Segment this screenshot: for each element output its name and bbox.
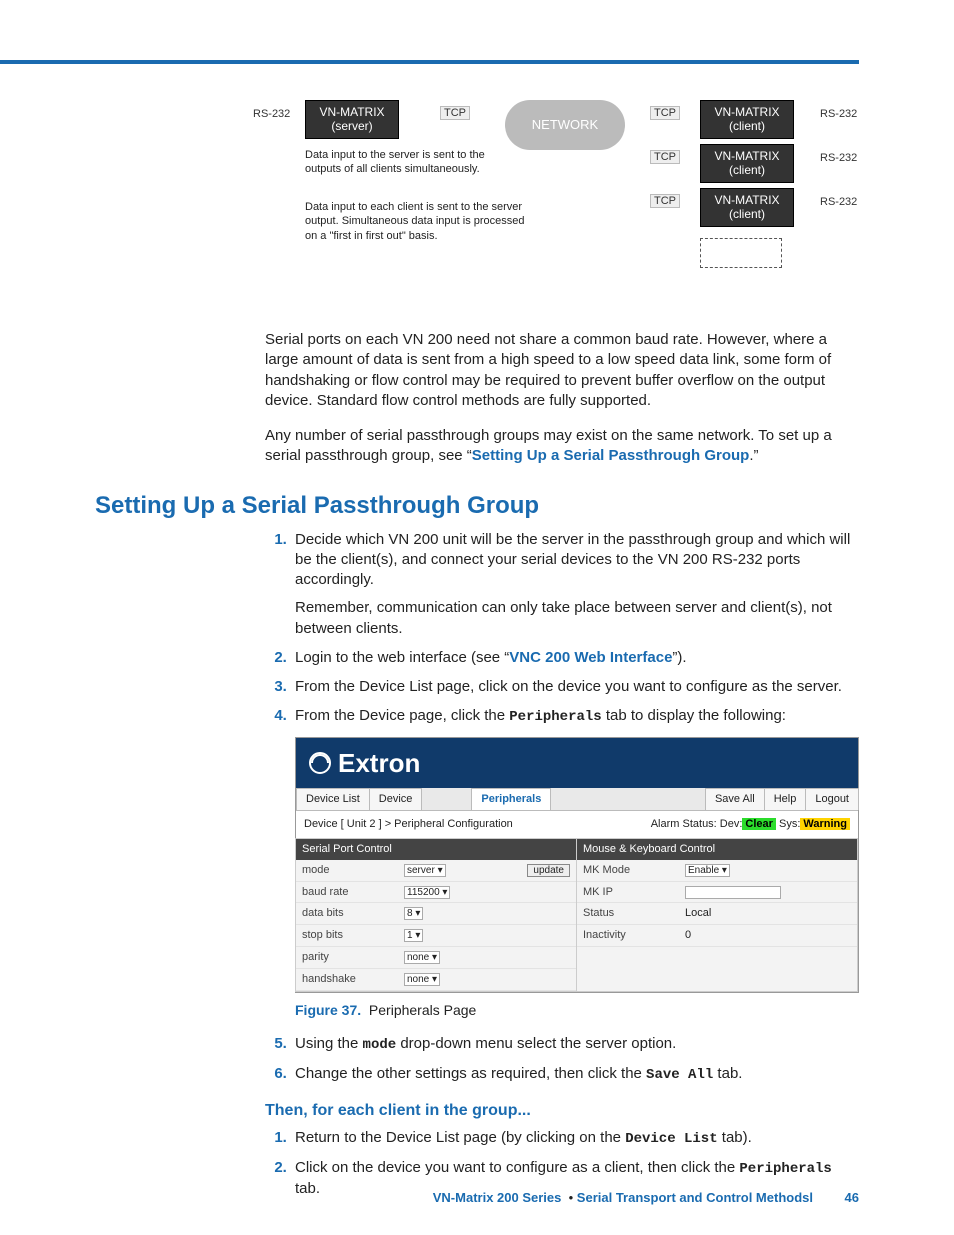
xref-link[interactable]: Setting Up a Serial Passthrough Group — [472, 447, 750, 464]
step-2: Login to the web interface (see “VNC 200… — [291, 648, 859, 668]
server-sub: (server) — [312, 119, 392, 133]
paragraph: Any number of serial passthrough groups … — [265, 426, 859, 467]
mkip-input[interactable] — [685, 886, 781, 899]
panel-header: Serial Port Control — [296, 839, 576, 860]
databits-select[interactable]: 8 ▾ — [404, 907, 423, 920]
tcp-label: TCP — [650, 150, 680, 164]
client-node: VN-MATRIX (client) — [700, 188, 794, 227]
mouse-keyboard-control-panel: Mouse & Keyboard Control MK ModeEnable ▾… — [576, 838, 858, 992]
subsection-heading: Then, for each client in the group... — [265, 1102, 859, 1120]
tab-device-list[interactable]: Device List — [296, 788, 370, 810]
top-accent-bar — [0, 60, 859, 64]
extron-logo: Extron — [308, 746, 420, 781]
procedure-list-2: Return to the Device List page (by click… — [265, 1128, 859, 1199]
handshake-select[interactable]: none ▾ — [404, 973, 440, 986]
tab-help[interactable]: Help — [764, 788, 807, 810]
serial-port-control-panel: Serial Port Control mode server ▾ update… — [295, 838, 577, 992]
tab-row: Device List Device Peripherals Save All … — [296, 788, 858, 811]
network-cloud: NETWORK — [505, 100, 625, 150]
web-header: Extron — [296, 738, 858, 788]
section-heading: Setting Up a Serial Passthrough Group — [95, 492, 859, 520]
server-node: VN-MATRIX (server) — [305, 100, 399, 139]
breadcrumb: Device [ Unit 2 ] > Peripheral Configura… — [304, 817, 513, 832]
status-value: Local — [679, 903, 857, 925]
sys-status-badge: Warning — [800, 818, 850, 830]
xref-link[interactable]: VNC 200 Web Interface — [509, 649, 672, 666]
client-node: VN-MATRIX (client) — [700, 144, 794, 183]
tab-peripherals[interactable]: Peripherals — [471, 788, 551, 810]
alarm-status: Alarm Status: Dev:Clear Sys:Warning — [651, 817, 850, 832]
procedure-list: Decide which VN 200 unit will be the ser… — [265, 530, 859, 1085]
mode-select[interactable]: server ▾ — [404, 864, 446, 877]
rs232-label: RS-232 — [253, 108, 290, 120]
step-3: From the Device List page, click on the … — [291, 677, 859, 697]
tcp-label: TCP — [440, 106, 470, 120]
logo-icon — [308, 751, 332, 775]
mkmode-select[interactable]: Enable ▾ — [685, 864, 730, 877]
update-button[interactable]: update — [527, 864, 570, 877]
rs232-label: RS-232 — [820, 108, 857, 120]
empty-client-slot — [700, 238, 782, 268]
step-5: Using the mode drop-down menu select the… — [291, 1034, 859, 1055]
breadcrumb-bar: Device [ Unit 2 ] > Peripheral Configura… — [296, 811, 858, 839]
page-footer: VN-Matrix 200 Series • Serial Transport … — [0, 1190, 859, 1205]
tab-logout[interactable]: Logout — [805, 788, 859, 810]
client-node: VN-MATRIX (client) — [700, 100, 794, 139]
dev-status-badge: Clear — [742, 818, 776, 830]
step-6: Change the other settings as required, t… — [291, 1064, 859, 1085]
rs232-label: RS-232 — [820, 196, 857, 208]
server-title: VN-MATRIX — [312, 105, 392, 119]
stopbits-select[interactable]: 1 ▾ — [404, 929, 423, 942]
step-4: From the Device page, click the Peripher… — [291, 706, 859, 1019]
tcp-label: TCP — [650, 194, 680, 208]
tab-device[interactable]: Device — [369, 788, 423, 810]
page-number: 46 — [831, 1190, 859, 1205]
paragraph: Serial ports on each VN 200 need not sha… — [265, 330, 859, 411]
topology-diagram: RS-232 VN-MATRIX (server) TCP NETWORK TC… — [265, 80, 859, 300]
panel-header: Mouse & Keyboard Control — [577, 839, 857, 860]
inactivity-value: 0 — [679, 925, 857, 947]
tcp-label: TCP — [650, 106, 680, 120]
tab-save-all[interactable]: Save All — [705, 788, 765, 810]
parity-select[interactable]: none ▾ — [404, 951, 440, 964]
rs232-label: RS-232 — [820, 152, 857, 164]
diagram-caption-1: Data input to the server is sent to the … — [305, 148, 515, 177]
diagram-caption-2: Data input to each client is sent to the… — [305, 200, 525, 243]
baud-select[interactable]: 115200 ▾ — [404, 886, 450, 899]
figure-caption: Figure 37. Peripherals Page — [295, 1001, 859, 1020]
client-step-1: Return to the Device List page (by click… — [291, 1128, 859, 1149]
step-1: Decide which VN 200 unit will be the ser… — [291, 530, 859, 639]
peripherals-page-screenshot: Extron Device List Device Peripherals Sa… — [295, 737, 859, 993]
